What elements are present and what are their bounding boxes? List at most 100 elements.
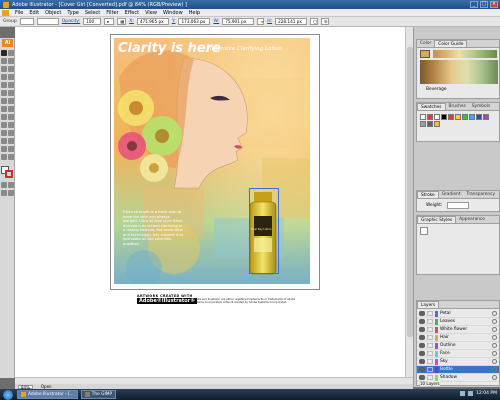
clock[interactable]: 12:04 PM — [476, 391, 497, 396]
swatch-red-2[interactable] — [448, 114, 454, 120]
variation-grid[interactable] — [420, 60, 498, 84]
taskbar-item-gimp[interactable]: The GIMP — [80, 390, 117, 399]
swatch-none[interactable] — [420, 114, 426, 120]
swatch-yellow[interactable] — [455, 114, 461, 120]
opacity-label[interactable]: Opacity: — [62, 19, 81, 24]
tab-swatches[interactable]: Swatches — [417, 103, 446, 110]
opacity-dropdown-icon[interactable]: ▸ — [104, 18, 115, 25]
visibility-icon[interactable] — [419, 319, 425, 324]
constrain-proportions-icon[interactable]: ∞ — [257, 18, 265, 25]
menu-file[interactable]: File — [12, 10, 26, 16]
eyedropper-tool-icon[interactable] — [1, 130, 7, 136]
menu-select[interactable]: Select — [82, 10, 103, 16]
visibility-icon[interactable] — [419, 311, 425, 316]
minimize-button[interactable]: _ — [470, 1, 478, 8]
volume-icon[interactable] — [468, 391, 473, 396]
swatch-purple[interactable] — [483, 114, 489, 120]
selection-bounding-box[interactable] — [249, 188, 279, 274]
mesh-tool-icon[interactable] — [1, 122, 7, 128]
w-label[interactable]: W: — [213, 19, 219, 24]
menu-object[interactable]: Object — [42, 10, 64, 16]
swatch-indigo[interactable] — [476, 114, 482, 120]
x-field[interactable]: 471.965 px — [136, 18, 169, 25]
swatch-blue[interactable] — [469, 114, 475, 120]
network-icon[interactable] — [460, 391, 465, 396]
lasso-tool-icon[interactable] — [8, 58, 14, 64]
horizontal-scrollbar[interactable] — [15, 377, 413, 384]
lock-toggle[interactable] — [427, 351, 433, 356]
visibility-icon[interactable] — [419, 351, 425, 356]
rotate-tool-icon[interactable] — [1, 98, 7, 104]
blob-brush-tool-icon[interactable] — [1, 90, 7, 96]
hand-tool-icon[interactable] — [1, 154, 7, 160]
tab-color-guide[interactable]: Color Guide — [434, 40, 468, 47]
stroke-weight-field[interactable] — [447, 202, 469, 209]
visibility-icon[interactable] — [419, 375, 425, 380]
swatch-dark-gray[interactable] — [427, 121, 433, 127]
selection-tool-icon[interactable] — [1, 50, 7, 56]
layer-target-icon[interactable] — [492, 367, 497, 372]
swatch-red[interactable] — [427, 114, 433, 120]
scale-tool-icon[interactable] — [8, 98, 14, 104]
live-paint-selection-tool-icon[interactable] — [8, 138, 14, 144]
h-label[interactable]: H: — [267, 19, 272, 24]
layer-target-icon[interactable] — [492, 351, 497, 356]
maximize-button[interactable]: □ — [480, 1, 488, 8]
swatch-orange[interactable] — [434, 121, 440, 127]
graph-tool-icon[interactable] — [8, 114, 14, 120]
menu-help[interactable]: Help — [186, 10, 203, 16]
layer-target-icon[interactable] — [492, 327, 497, 332]
direct-selection-tool-icon[interactable] — [8, 50, 14, 56]
y-label[interactable]: Y: — [172, 19, 176, 24]
tab-gradient[interactable]: Gradient — [439, 191, 464, 198]
layer-row[interactable]: Leaves — [417, 318, 499, 326]
menu-window[interactable]: Window — [160, 10, 186, 16]
lock-toggle[interactable] — [427, 375, 433, 380]
layer-row[interactable]: Outline — [417, 342, 499, 350]
magic-wand-tool-icon[interactable] — [1, 58, 7, 64]
paintbrush-tool-icon[interactable] — [1, 82, 7, 88]
transform-icon[interactable]: ▢ — [310, 18, 319, 25]
tab-graphic-styles[interactable]: Graphic Styles — [417, 216, 457, 223]
blend-tool-icon[interactable] — [8, 130, 14, 136]
live-paint-tool-icon[interactable] — [1, 138, 7, 144]
menu-filter[interactable]: Filter — [103, 10, 121, 16]
swatch-black[interactable] — [441, 114, 447, 120]
lock-toggle[interactable] — [427, 335, 433, 340]
options-menu-icon[interactable]: ≡ — [321, 18, 330, 25]
lock-toggle[interactable] — [427, 319, 433, 324]
style-dropdown[interactable] — [36, 18, 59, 25]
tab-appearance[interactable]: Appearance — [456, 216, 488, 223]
vertical-scrollbar[interactable] — [405, 27, 413, 377]
tab-layers[interactable]: Layers — [417, 301, 440, 308]
zoom-tool-icon[interactable] — [8, 154, 14, 160]
lock-toggle[interactable] — [427, 359, 433, 364]
visibility-icon[interactable] — [419, 335, 425, 340]
crop-area-tool-icon[interactable] — [1, 146, 7, 152]
menu-view[interactable]: View — [142, 10, 160, 16]
layer-row[interactable]: Sky — [417, 358, 499, 366]
harmony-strip[interactable] — [433, 50, 497, 58]
stroke-swatch-tool[interactable] — [5, 170, 13, 178]
gradient-tool-icon[interactable] — [8, 122, 14, 128]
menu-edit[interactable]: Edit — [26, 10, 42, 16]
visibility-icon[interactable] — [419, 327, 425, 332]
visibility-icon[interactable] — [419, 359, 425, 364]
rectangle-tool-icon[interactable] — [8, 74, 14, 80]
layer-target-icon[interactable] — [492, 375, 497, 380]
layer-target-icon[interactable] — [492, 319, 497, 324]
start-button[interactable] — [3, 389, 13, 400]
y-field[interactable]: 173.063 px — [178, 18, 211, 25]
stroke-swatch[interactable] — [19, 18, 34, 25]
lock-toggle[interactable] — [427, 327, 433, 332]
swatch-white[interactable] — [434, 114, 440, 120]
layer-target-icon[interactable] — [492, 335, 497, 340]
opacity-field[interactable]: 100 — [83, 18, 102, 25]
layer-row-selected[interactable]: Bottle — [417, 366, 499, 374]
w-field[interactable]: 75.901 px — [222, 18, 255, 25]
free-transform-tool-icon[interactable] — [8, 106, 14, 112]
symbol-sprayer-tool-icon[interactable] — [1, 114, 7, 120]
gradient-mode-icon[interactable] — [8, 182, 14, 188]
default-graphic-style[interactable] — [420, 227, 428, 235]
x-label[interactable]: X: — [129, 19, 134, 24]
